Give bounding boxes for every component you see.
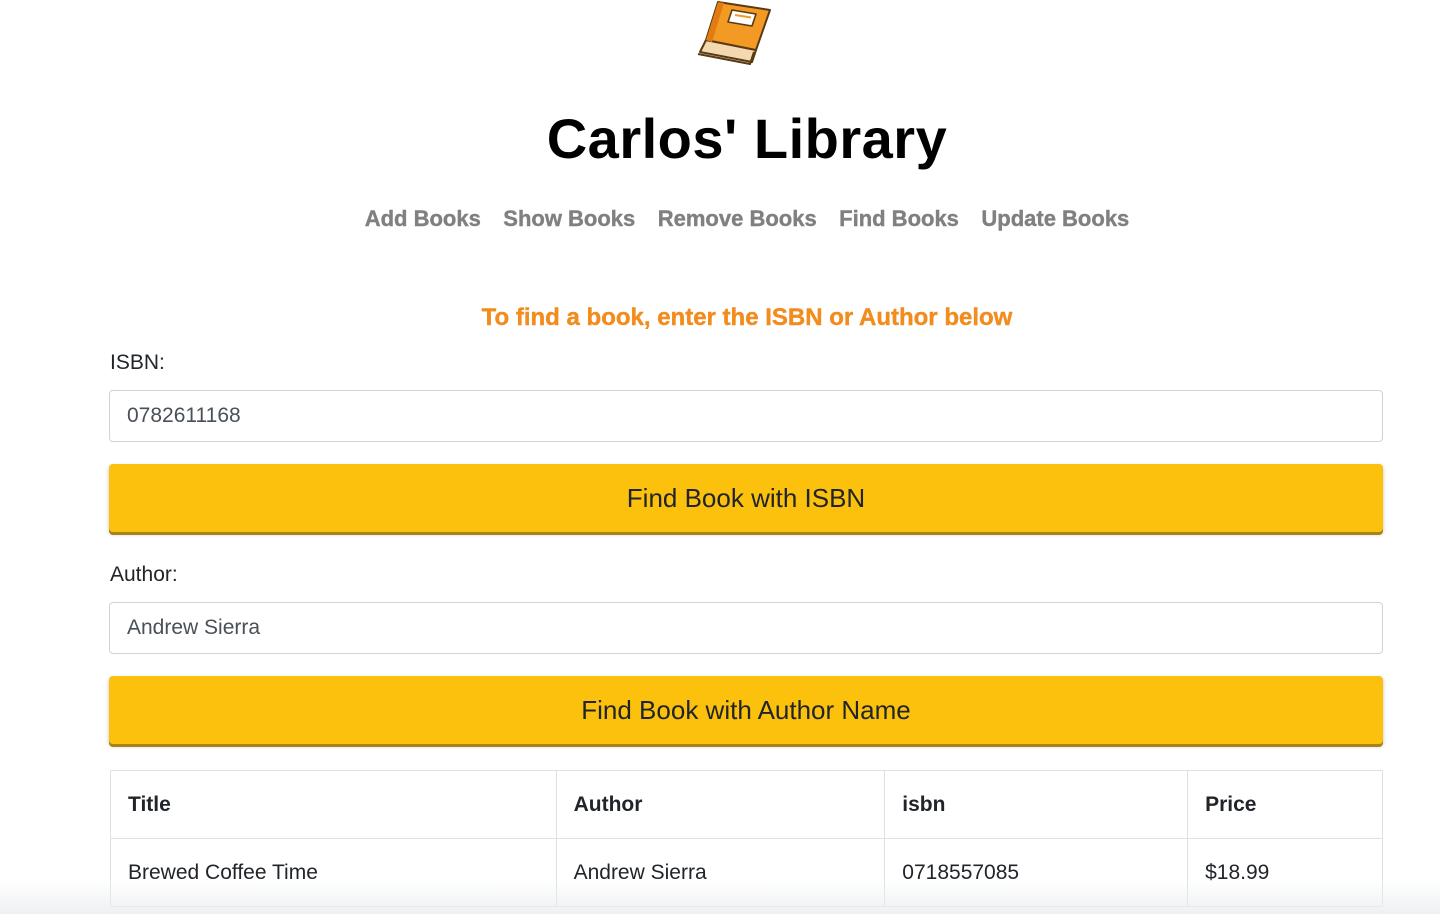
cell-title: Brewed Coffee Time bbox=[110, 838, 557, 907]
column-header-isbn: isbn bbox=[884, 770, 1189, 839]
isbn-input[interactable] bbox=[109, 390, 1383, 442]
orange-book-icon bbox=[694, 0, 774, 68]
nav-add-books[interactable]: Add Books bbox=[364, 204, 481, 234]
author-input[interactable] bbox=[109, 602, 1383, 654]
nav-show-books[interactable]: Show Books bbox=[503, 204, 635, 234]
cell-price: $18.99 bbox=[1187, 838, 1383, 907]
cell-isbn: 0718557085 bbox=[884, 838, 1189, 907]
find-by-author-button[interactable]: Find Book with Author Name bbox=[109, 676, 1383, 744]
column-header-title: Title bbox=[110, 770, 557, 839]
nav-find-books[interactable]: Find Books bbox=[839, 204, 959, 234]
table-header-row: Title Author isbn Price bbox=[110, 770, 1383, 839]
find-instruction: To find a book, enter the ISBN or Author… bbox=[481, 304, 1013, 331]
cell-author: Andrew Sierra bbox=[555, 838, 886, 907]
table-row: Brewed Coffee Time Andrew Sierra 0718557… bbox=[110, 838, 1383, 907]
main-nav: Add Books Show Books Remove Books Find B… bbox=[0, 204, 1440, 234]
page: Carlos' Library Add Books Show Books Rem… bbox=[0, 0, 1440, 914]
nav-remove-books[interactable]: Remove Books bbox=[658, 204, 817, 234]
site-title: Carlos' Library bbox=[546, 107, 948, 170]
author-label: Author: bbox=[110, 563, 178, 586]
find-by-isbn-button[interactable]: Find Book with ISBN bbox=[109, 464, 1383, 532]
column-header-author: Author bbox=[555, 770, 886, 839]
nav-update-books[interactable]: Update Books bbox=[981, 204, 1129, 234]
column-header-price: Price bbox=[1187, 770, 1383, 839]
results-table: Title Author isbn Price Brewed Coffee Ti… bbox=[110, 770, 1383, 907]
isbn-label: ISBN: bbox=[110, 351, 165, 374]
